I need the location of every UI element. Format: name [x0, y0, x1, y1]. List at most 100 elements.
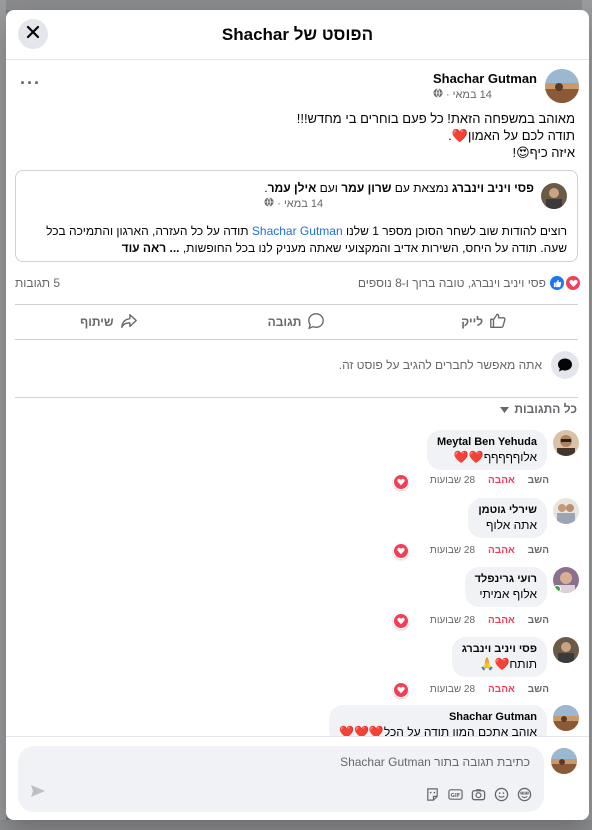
comment-author[interactable]: שירלי גוטמן [478, 504, 537, 516]
commenter-avatar[interactable] [553, 430, 579, 456]
comment-reply-button[interactable]: השב [528, 475, 549, 486]
backdrop [0, 0, 592, 10]
comment: Shachar Gutman אוהב אתכם המון תודה על הכ… [329, 705, 579, 736]
commenter-avatar[interactable] [553, 705, 579, 731]
globe-icon [264, 197, 274, 210]
comment-lock-icon [551, 351, 579, 379]
shared-post-time[interactable]: 14 במאי [284, 198, 323, 210]
backdrop [0, 820, 592, 830]
comment-love-button[interactable]: אהבה [488, 684, 515, 695]
comment-bubble: פסי ויניב וינברג תותח❤️🙏 [451, 637, 547, 677]
post-header: Shachar Gutman 14 במאי · [433, 69, 579, 103]
comment-time[interactable]: 28 שבועות [430, 615, 475, 626]
comment-actions: 28 שבועות אהבה השב [430, 545, 549, 556]
heart-eyes-emoji: 😍 [516, 145, 530, 160]
avatar-sticker-icon[interactable] [516, 786, 532, 802]
comment-love-reaction-icon[interactable] [393, 543, 409, 559]
comment-text: אתה אלוף [485, 518, 537, 532]
comment-actions: 28 שבועות אהבה השב [430, 684, 549, 695]
like-button[interactable]: לייק [390, 305, 578, 339]
svg-text:GIF: GIF [450, 792, 460, 798]
comment-love-reaction-icon[interactable] [393, 682, 409, 698]
reaction-icons[interactable] [549, 275, 581, 291]
shared-post-card[interactable]: פסי ויניב וינברג נמצאת עם שרון עמר ועם א… [15, 170, 578, 262]
shared-author-name[interactable]: פסי ויניב וינברג [452, 181, 534, 195]
shared-post-header: פסי ויניב וינברג נמצאת עם שרון עמר ועם א… [264, 181, 567, 210]
post-scroll-area[interactable]: Shachar Gutman 14 במאי · ··· מאוהב במשפח… [6, 61, 589, 736]
see-more-link[interactable]: ... ראה עוד [122, 241, 180, 255]
camera-icon[interactable] [470, 786, 486, 802]
caret-down-icon [500, 402, 510, 416]
comment-bubble: שירלי גוטמן אתה אלוף [468, 498, 547, 538]
comment: רועי גרינפלד אלוף אמיתי [464, 567, 579, 607]
share-button[interactable]: שיתוף [15, 305, 203, 339]
comment-input[interactable]: כתיבת תגובה בתור Shachar Gutman GIF [18, 746, 544, 812]
tagged-person[interactable]: שרון עמר [341, 181, 391, 195]
reactions-summary: פסי ויניב וינברג, טובה ברוך ו-8 נוספים 5… [15, 275, 581, 293]
comment-author[interactable]: Meytal Ben Yehuda [437, 436, 537, 448]
comment-author[interactable]: Shachar Gutman [339, 711, 537, 723]
comment-count[interactable]: 5 תגובות [15, 276, 60, 290]
comment-permission-notice: אתה מאפשר לחברים להגיב על פוסט זה. [339, 351, 579, 379]
comment-time[interactable]: 28 שבועות [430, 545, 475, 556]
shared-author-avatar[interactable] [541, 182, 567, 209]
sticker-icon[interactable] [424, 786, 440, 802]
current-user-avatar[interactable] [551, 748, 577, 774]
comment-love-reaction-icon[interactable] [393, 474, 409, 490]
emoji-icon[interactable] [493, 786, 509, 802]
comment-button[interactable]: תגובה [203, 305, 391, 339]
comment-love-reaction-icon[interactable] [393, 613, 409, 629]
composer-tools: GIF [424, 786, 532, 802]
mention-link[interactable]: Shachar Gutman [252, 224, 343, 238]
post-time[interactable]: 14 במאי [453, 89, 492, 101]
post-actions: לייק תגובה שיתוף [15, 305, 578, 339]
comment-author[interactable]: פסי ויניב וינברג [462, 643, 537, 655]
notice-text: אתה מאפשר לחברים להגיב על פוסט זה. [338, 358, 542, 372]
globe-icon [433, 88, 443, 101]
comment: פסי ויניב וינברג תותח❤️🙏 [451, 637, 579, 677]
comment-actions: 28 שבועות אהבה השב [430, 615, 549, 626]
comment: Meytal Ben Yehuda אלוףףףףף❤️❤️ [426, 430, 579, 470]
comment-bubble: Shachar Gutman אוהב אתכם המון תודה על הכ… [329, 705, 547, 736]
comment-composer-area: כתיבת תגובה בתור Shachar Gutman GIF [6, 736, 589, 820]
post-modal: הפוסט של Shachar Shachar Gutman 14 במאי … [6, 10, 589, 820]
commenter-avatar[interactable] [553, 637, 579, 663]
commenter-avatar[interactable] [553, 498, 579, 524]
comment-reply-button[interactable]: השב [528, 684, 549, 695]
online-status-dot [553, 585, 561, 593]
comment-text: אוהב אתכם המון תודה על הכל❤️❤️❤️ [339, 725, 537, 736]
post-more-button[interactable]: ··· [20, 73, 41, 94]
comment: שירלי גוטמן אתה אלוף [468, 498, 579, 538]
tagged-person[interactable]: אילן עמר [268, 181, 317, 195]
post-text: מאוהב במשפחה הזאת! כל פעם בוחרים בי מחדש… [35, 110, 575, 161]
comment-time[interactable]: 28 שבועות [430, 684, 475, 695]
comment-text: אלוףףףףף❤️❤️ [453, 450, 537, 464]
close-button[interactable] [18, 19, 48, 49]
post-author-name[interactable]: Shachar Gutman [433, 71, 537, 86]
divider [15, 339, 578, 340]
commenter-avatar[interactable] [553, 567, 579, 593]
comment-actions: 28 שבועות אהבה השב [430, 475, 549, 486]
comment-love-button[interactable]: אהבה [488, 545, 515, 556]
author-avatar[interactable] [545, 69, 579, 103]
reaction-names[interactable]: פסי ויניב וינברג, טובה ברוך ו-8 נוספים [358, 276, 546, 290]
shared-post-title: פסי ויניב וינברג נמצאת עם שרון עמר ועם א… [264, 181, 534, 195]
comment-reply-button[interactable]: השב [528, 545, 549, 556]
post-line: תודה לכם על האמון [467, 128, 575, 143]
comment-author[interactable]: רועי גרינפלד [475, 573, 537, 585]
comments-filter-dropdown[interactable]: כל התגובות [500, 402, 577, 416]
gif-icon[interactable]: GIF [447, 786, 463, 802]
comment-text: תותח❤️🙏 [479, 657, 538, 671]
send-button[interactable] [30, 784, 46, 803]
shared-post-body: רוצים להודות שוב לשחר הסוכן מספר 1 שלנו … [46, 224, 567, 255]
comment-reply-button[interactable]: השב [528, 615, 549, 626]
post-line: מאוהב במשפחה הזאת! כל פעם בוחרים בי מחדש… [296, 111, 575, 126]
like-reaction-icon [549, 275, 565, 291]
comment-bubble: רועי גרינפלד אלוף אמיתי [464, 567, 547, 607]
comment-love-button[interactable]: אהבה [488, 615, 515, 626]
heart-emoji: ❤️ [451, 128, 468, 143]
comment-time[interactable]: 28 שבועות [430, 475, 475, 486]
close-icon [26, 25, 40, 44]
comment-love-button[interactable]: אהבה [488, 475, 515, 486]
comment-text: אלוף אמיתי [479, 587, 537, 601]
